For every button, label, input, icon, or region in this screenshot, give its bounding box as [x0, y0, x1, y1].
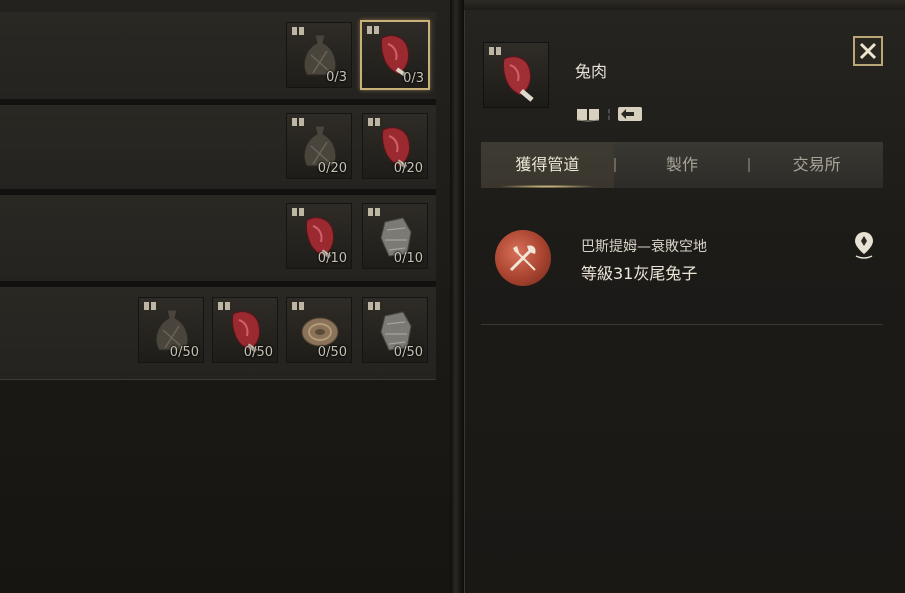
material-slot-rabbit-meat-selected[interactable]: 0/3 [360, 20, 430, 90]
rabbit-meat-icon [503, 56, 534, 102]
material-count: 0/50 [317, 345, 347, 360]
detail-tabs: 獲得管道 製作 交易所 [481, 142, 883, 188]
recipe-row-3[interactable]: 0/10 0/10 [0, 195, 436, 282]
return-icon[interactable] [617, 106, 643, 122]
recipe-row-1[interactable]: 0/3 0/3 [0, 12, 436, 100]
material-count: 0/50 [393, 345, 423, 360]
panel-divider [450, 0, 464, 593]
material-slot-gray-fabric[interactable]: 0/10 [362, 203, 428, 269]
material-count: 0/3 [326, 70, 347, 85]
material-count: 0/3 [403, 71, 424, 86]
item-detail-tags: ¦ [575, 106, 643, 122]
close-icon [859, 42, 877, 60]
close-button[interactable] [853, 36, 883, 66]
material-count: 0/50 [169, 345, 199, 360]
item-detail-icon [483, 42, 549, 108]
material-slot-rabbit-meat[interactable]: 0/50 [212, 297, 278, 363]
tab-acquisition[interactable]: 獲得管道 [481, 142, 614, 188]
tab-crafting[interactable]: 製作 [616, 142, 749, 188]
item-detail-panel: 兔肉 ¦ 獲得管道 製作 交易所 巴斯提姆—衰敗空地 等級31灰尾兔子 [464, 10, 905, 593]
material-slot-rabbit-meat[interactable]: 0/20 [362, 113, 428, 179]
map-pin-icon[interactable] [853, 230, 875, 260]
material-slot-cloth-sack[interactable]: 0/50 [138, 297, 204, 363]
material-count: 0/20 [317, 161, 347, 176]
source-location: 巴斯提姆—衰敗空地 [581, 239, 707, 255]
material-slot-cloth-sack[interactable]: 0/20 [286, 113, 352, 179]
recipe-row-4[interactable]: 0/50 0/50 0/50 0/50 [0, 287, 436, 380]
acquisition-source-entry[interactable]: 巴斯提姆—衰敗空地 等級31灰尾兔子 [481, 202, 883, 325]
material-slot-gray-fabric[interactable]: 0/50 [362, 297, 428, 363]
material-slot-rope-coil[interactable]: 0/50 [286, 297, 352, 363]
tag-separator: ¦ [607, 107, 612, 121]
material-count: 0/20 [393, 161, 423, 176]
material-count: 0/10 [393, 251, 423, 266]
recipe-list-panel: 0/3 0/3 0/20 0/20 0/10 0/10 0/50 0/50 0/… [0, 0, 450, 593]
material-slot-rabbit-meat[interactable]: 0/10 [286, 203, 352, 269]
recipe-row-2[interactable]: 0/20 0/20 [0, 105, 436, 190]
material-slot-cloth-sack[interactable]: 0/3 [286, 22, 352, 88]
material-count: 0/10 [317, 251, 347, 266]
item-name: 兔肉 [575, 62, 608, 81]
tab-exchange[interactable]: 交易所 [750, 142, 883, 188]
crossed-weapons-icon [509, 245, 536, 272]
material-count: 0/50 [243, 345, 273, 360]
hunting-icon [495, 230, 551, 286]
book-icon[interactable] [575, 106, 601, 122]
source-monster: 等級31灰尾兔子 [581, 264, 698, 283]
